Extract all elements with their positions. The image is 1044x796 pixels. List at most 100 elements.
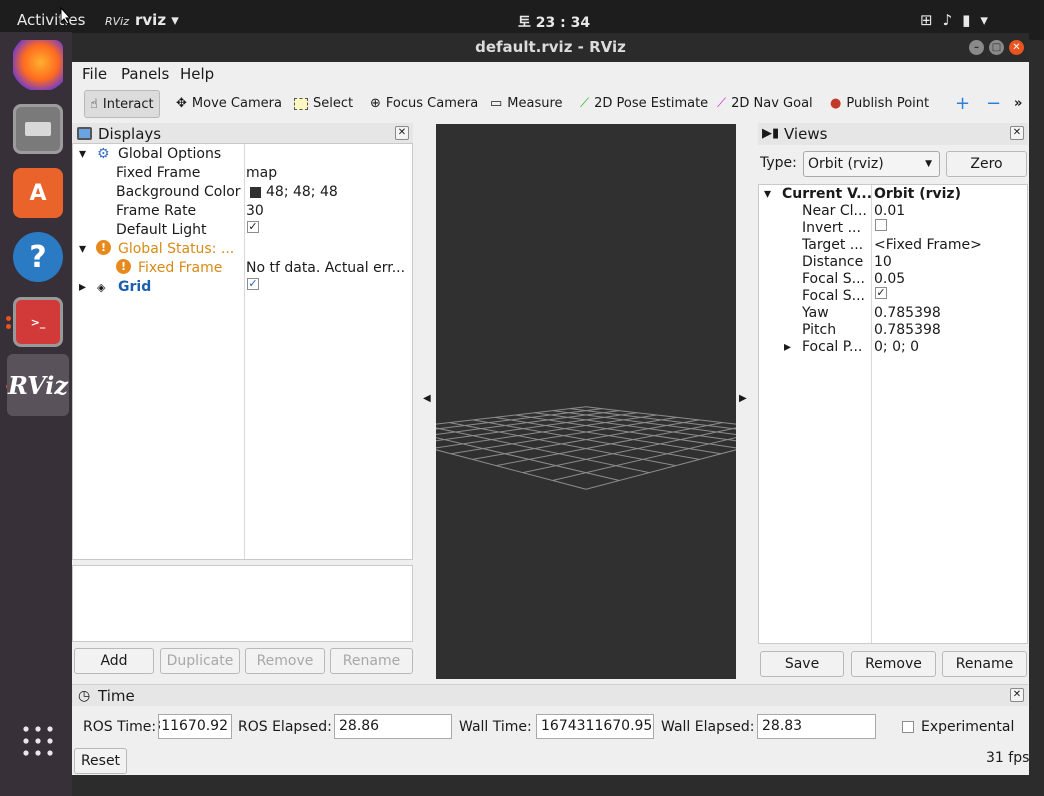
zero-button[interactable]: Zero bbox=[946, 151, 1027, 177]
tool-measure-label: Measure bbox=[507, 96, 563, 111]
tree-row-default-light[interactable]: Default Light ✓ bbox=[73, 221, 412, 240]
ros-elapsed-field[interactable]: 28.86 bbox=[334, 714, 452, 739]
tree-row-status-fixed-frame[interactable]: ! Fixed Frame No tf data. Actual err... bbox=[73, 259, 412, 278]
tree-row-fixed-frame[interactable]: Fixed Frame map bbox=[73, 164, 412, 183]
experimental-checkbox[interactable] bbox=[902, 721, 914, 733]
time-title: Time bbox=[98, 687, 135, 705]
battery-icon: ▮ bbox=[962, 11, 981, 29]
minimize-icon[interactable]: – bbox=[969, 40, 984, 55]
tool-focus-camera-label: Focus Camera bbox=[385, 96, 479, 111]
add-display-button[interactable]: Add bbox=[74, 648, 154, 674]
tool-2d-pose-estimate[interactable]: ⟋ 2D Pose Estimate bbox=[580, 90, 708, 118]
activities-button[interactable]: Activities bbox=[17, 11, 85, 29]
focal-shape-checkbox[interactable]: ✓ bbox=[875, 287, 887, 299]
rename-display-button[interactable]: Rename bbox=[330, 648, 413, 674]
volume-icon: ♪ bbox=[942, 11, 963, 29]
view-type-label: Type: bbox=[760, 155, 797, 171]
status-message: No tf data. Actual err... bbox=[246, 260, 406, 276]
tool-measure[interactable]: ▭ Measure bbox=[490, 90, 563, 118]
duplicate-display-button[interactable]: Duplicate bbox=[160, 648, 240, 674]
app-menu-label: rviz bbox=[135, 11, 167, 29]
menu-help[interactable]: Help bbox=[180, 65, 214, 83]
system-tray[interactable]: ⊞♪▮▾ bbox=[920, 11, 998, 29]
remove-display-button[interactable]: Remove bbox=[245, 648, 325, 674]
tool-move-camera[interactable]: ✥ Move Camera bbox=[176, 90, 282, 118]
global-options-label: Global Options bbox=[118, 146, 222, 162]
status-fixed-frame-label: Fixed Frame bbox=[138, 260, 223, 276]
default-light-checkbox[interactable]: ✓ bbox=[247, 221, 259, 233]
grid-checkbox[interactable]: ✓ bbox=[247, 278, 259, 290]
remove-tool-icon[interactable]: − bbox=[986, 90, 1001, 118]
maximize-icon[interactable]: □ bbox=[989, 40, 1004, 55]
add-tool-icon[interactable]: + bbox=[955, 90, 970, 118]
reset-button[interactable]: Reset bbox=[74, 748, 127, 774]
tree-row-global-options[interactable]: ▾ ⚙ Global Options bbox=[73, 145, 412, 164]
view-type-select[interactable]: Orbit (rviz) ▼ bbox=[803, 151, 940, 177]
ros-time-field[interactable]: 311670.92 bbox=[158, 714, 232, 739]
background-color-value[interactable]: 48; 48; 48 bbox=[266, 183, 338, 202]
toolbar-overflow-icon[interactable]: » bbox=[1014, 90, 1022, 118]
magenta-arrow-icon: ⟋ bbox=[717, 96, 727, 111]
focus-camera-icon: ⊕ bbox=[370, 96, 381, 111]
green-arrow-icon: ⟋ bbox=[580, 96, 590, 111]
close-icon[interactable]: ✕ bbox=[1009, 40, 1024, 55]
color-swatch[interactable] bbox=[250, 187, 261, 198]
global-status-label: Global Status: ... bbox=[118, 241, 235, 257]
rename-view-button[interactable]: Rename bbox=[942, 651, 1027, 677]
collapse-arrow-icon: ▸ bbox=[784, 339, 792, 355]
software-center-icon[interactable]: A bbox=[13, 168, 63, 218]
wall-time-field[interactable]: 1674311670.95 bbox=[536, 714, 654, 739]
show-apps-icon[interactable] bbox=[23, 726, 53, 756]
tree-row-frame-rate[interactable]: Frame Rate 30 bbox=[73, 202, 412, 221]
app-menu[interactable]: RViz rviz ▾ bbox=[105, 11, 179, 29]
firefox-icon[interactable] bbox=[13, 40, 63, 90]
time-close-icon[interactable]: ✕ bbox=[1010, 688, 1024, 702]
select-icon bbox=[294, 97, 308, 110]
help-icon[interactable]: ? bbox=[13, 232, 63, 282]
tool-pose-estimate-label: 2D Pose Estimate bbox=[594, 96, 709, 111]
default-light-label: Default Light bbox=[116, 222, 207, 238]
collapse-right-icon[interactable]: ▶ bbox=[739, 393, 747, 404]
expand-arrow-icon: ▾ bbox=[79, 146, 87, 162]
terminal-icon[interactable]: >_ bbox=[13, 297, 63, 347]
files-icon[interactable] bbox=[13, 104, 63, 154]
tool-2d-nav-goal[interactable]: ⟋ 2D Nav Goal bbox=[717, 90, 813, 118]
rviz-icon[interactable]: RViz bbox=[8, 360, 68, 410]
title-bar[interactable]: default.rviz - RViz – □ ✕ bbox=[72, 33, 1029, 62]
display-description-area bbox=[72, 565, 413, 642]
warning-icon: ! bbox=[96, 240, 111, 255]
expand-arrow-icon: ▾ bbox=[79, 241, 87, 257]
clock-icon: ◷ bbox=[78, 688, 91, 704]
grid-icon: ◈ bbox=[97, 281, 106, 294]
wall-elapsed-field[interactable]: 28.83 bbox=[757, 714, 876, 739]
remove-view-button[interactable]: Remove bbox=[851, 651, 936, 677]
tree-row-background-color[interactable]: Background Color 48; 48; 48 bbox=[73, 183, 412, 202]
displays-close-icon[interactable]: ✕ bbox=[395, 126, 409, 140]
toolbar: ☝ Interact ✥ Move Camera Select ⊕ Focus Cam… bbox=[72, 88, 1029, 121]
render-viewport[interactable] bbox=[436, 124, 736, 679]
tool-select[interactable]: Select bbox=[294, 90, 353, 118]
view-row[interactable]: ▸ Focal P... 0; 0; 0 bbox=[759, 338, 1044, 357]
window-title: default.rviz - RViz bbox=[475, 38, 626, 56]
fixed-frame-label: Fixed Frame bbox=[116, 165, 201, 181]
tree-row-global-status[interactable]: ▾! Global Status: ... bbox=[73, 240, 412, 259]
ros-time-label: ROS Time: bbox=[83, 719, 157, 735]
views-close-icon[interactable]: ✕ bbox=[1010, 126, 1024, 140]
fixed-frame-value[interactable]: map bbox=[246, 164, 277, 183]
menu-file[interactable]: File bbox=[82, 65, 107, 83]
invert-checkbox[interactable] bbox=[875, 219, 887, 231]
views-panel-header: ▶▮ Views ✕ bbox=[758, 123, 1028, 145]
hand-icon: ☝ bbox=[90, 97, 98, 112]
tool-focus-camera[interactable]: ⊕ Focus Camera bbox=[370, 90, 478, 118]
view-prop-value[interactable]: 0; 0; 0 bbox=[874, 338, 919, 357]
menu-panels[interactable]: Panels bbox=[121, 65, 169, 83]
tool-interact[interactable]: ☝ Interact bbox=[84, 90, 160, 118]
displays-icon bbox=[77, 127, 92, 140]
save-view-button[interactable]: Save bbox=[760, 651, 844, 677]
tree-row-grid[interactable]: ▸ ◈ Grid ✓ bbox=[73, 278, 412, 297]
tool-publish-point[interactable]: ● Publish Point bbox=[830, 90, 929, 118]
collapse-left-icon[interactable]: ◀ bbox=[423, 393, 431, 404]
clock[interactable]: 토 23 : 34 bbox=[518, 12, 590, 32]
views-tree: ▾ Current V... Orbit (rviz) Near Cl... 0.01… bbox=[758, 184, 1028, 644]
frame-rate-value[interactable]: 30 bbox=[246, 202, 264, 221]
